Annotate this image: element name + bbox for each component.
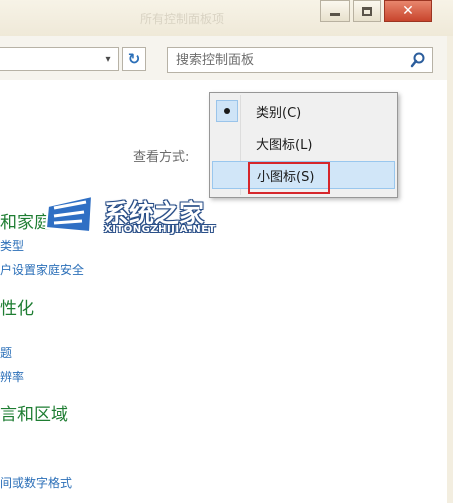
refresh-button[interactable]: ↻	[122, 47, 146, 71]
address-toolbar: ▾ ↻	[0, 36, 447, 80]
minimize-button[interactable]	[320, 0, 350, 22]
magnifier-icon[interactable]	[408, 51, 428, 69]
maximize-button[interactable]	[353, 0, 381, 22]
close-icon: ✕	[402, 3, 414, 19]
view-by-menu: 类别(C) 大图标(L) 小图标(S)	[209, 92, 398, 198]
category-link[interactable]: 题	[0, 344, 12, 361]
category-link[interactable]: 户设置家庭安全	[0, 261, 84, 278]
search-box[interactable]	[167, 47, 433, 73]
window-title: 所有控制面板项	[140, 12, 225, 26]
menu-item-large-icons[interactable]: 大图标(L)	[212, 129, 395, 157]
refresh-icon: ↻	[127, 50, 141, 68]
search-input[interactable]	[176, 51, 396, 69]
category-link[interactable]: 间或数字格式	[0, 474, 72, 491]
maximize-icon	[362, 6, 372, 16]
menu-item-label: 小图标(S)	[257, 169, 315, 185]
minimize-icon	[330, 12, 340, 16]
menu-item-label: 类别(C)	[256, 105, 302, 121]
radio-check-icon	[216, 100, 238, 122]
view-by-label: 查看方式:	[133, 150, 190, 165]
address-bar[interactable]: ▾	[0, 47, 119, 71]
watermark-url: XITONGZHIJIA.NET	[104, 224, 216, 235]
menu-item-small-icons[interactable]: 小图标(S)	[212, 161, 395, 189]
watermark-logo-icon	[44, 194, 94, 234]
category-title-personalization[interactable]: 性化	[0, 294, 34, 319]
close-button[interactable]: ✕	[384, 0, 432, 22]
menu-item-label: 大图标(L)	[256, 137, 313, 153]
window-frame: 所有控制面板项 ✕ ▾ ↻ 查看方式: 类别 ▾	[0, 0, 453, 503]
address-dropdown-icon[interactable]: ▾	[98, 48, 118, 70]
category-link[interactable]: 类型	[0, 237, 24, 254]
category-link[interactable]: 辨率	[0, 368, 24, 385]
category-title-language-region[interactable]: 言和区域	[0, 400, 68, 425]
menu-item-category[interactable]: 类别(C)	[212, 97, 395, 125]
title-bar[interactable]: 所有控制面板项 ✕	[0, 0, 453, 36]
